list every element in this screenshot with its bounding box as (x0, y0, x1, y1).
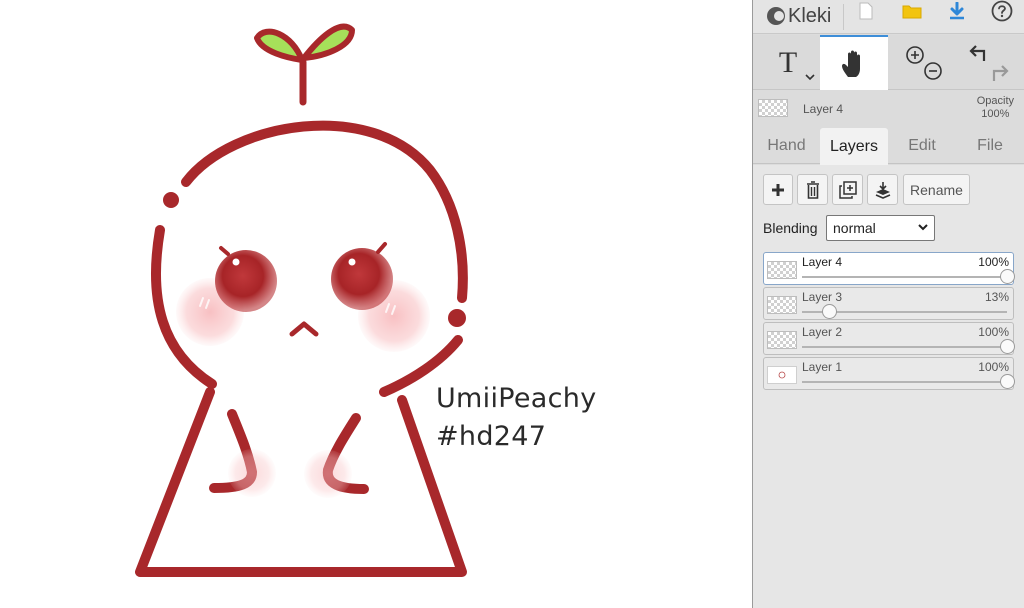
layer-item[interactable]: Layer 1 100% (763, 357, 1015, 390)
layer-opacity-slider[interactable] (802, 269, 1015, 284)
layer-opacity-slider[interactable] (802, 339, 1015, 354)
blending-label: Blending (763, 220, 818, 236)
layer-name: Layer 1 (802, 360, 843, 374)
layer-name: Layer 4 (802, 255, 843, 269)
tab-file[interactable]: File (956, 128, 1024, 164)
text-tool-button[interactable]: T (759, 35, 817, 90)
sprout-icon (254, 23, 355, 106)
top-toolbar: Kleki (753, 0, 1024, 34)
layer-item[interactable]: Layer 4 100% (763, 252, 1015, 285)
chevron-down-icon (918, 224, 928, 231)
left-eye (215, 246, 277, 312)
hand-icon (842, 50, 860, 77)
download-icon[interactable] (940, 0, 974, 22)
add-layer-button[interactable] (763, 174, 793, 205)
character-drawing (135, 23, 468, 577)
layers-panel: Rename Blending normal Layer 4 100% Laye… (753, 165, 1024, 608)
layer-opacity-slider[interactable] (802, 304, 1007, 319)
merge-down-icon (875, 181, 890, 199)
layer-item[interactable]: Layer 2 100% (763, 322, 1015, 355)
body-outline (135, 120, 468, 577)
layer-thumbnail (767, 331, 797, 349)
current-layer-info: Layer 4 Opacity 100% (753, 91, 1024, 127)
merge-layer-button[interactable] (867, 174, 898, 205)
open-folder-icon[interactable] (895, 0, 929, 22)
zoom-controls (893, 35, 953, 90)
layer-thumbnail (767, 296, 797, 314)
kleki-logo[interactable]: Kleki (767, 3, 831, 29)
tool-row: T (753, 35, 1024, 90)
delete-layer-button[interactable] (797, 174, 828, 205)
current-layer-opacity: Opacity 100% (977, 95, 1014, 121)
hand-tool-button[interactable] (820, 35, 888, 90)
opacity-value: 100% (981, 108, 1010, 120)
tab-edit[interactable]: Edit (888, 128, 956, 164)
right-eye (331, 242, 393, 310)
plus-icon (772, 183, 784, 196)
history-controls (958, 35, 1020, 90)
chevron-down-icon[interactable] (805, 73, 815, 81)
rename-layer-button[interactable]: Rename (903, 174, 970, 205)
slider-handle[interactable] (1000, 269, 1015, 284)
undo-icon[interactable] (969, 44, 986, 61)
slider-handle[interactable] (821, 304, 837, 319)
layer-thumbnail (767, 261, 797, 279)
signature-text: UmiiPeachy #hd247 (436, 380, 596, 456)
layer-name: Layer 2 (802, 325, 843, 339)
duplicate-icon (838, 180, 857, 199)
kleki-app: UmiiPeachy #hd247 Kleki T Layer 4 Opacit… (0, 0, 1024, 608)
layer-opacity: 100% (978, 360, 1009, 374)
trash-icon (806, 180, 819, 199)
layer-thumbnail (767, 366, 797, 384)
text-tool-label: T (778, 45, 798, 79)
redo-icon[interactable] (992, 64, 1009, 81)
layer-opacity: 100% (978, 255, 1009, 269)
kleki-logo-icon (767, 7, 785, 25)
current-layer-name: Layer 4 (803, 102, 844, 116)
blending-value: normal (833, 220, 876, 236)
new-file-icon[interactable] (849, 0, 883, 22)
slider-handle[interactable] (1000, 339, 1015, 354)
zoom-in-icon[interactable] (906, 45, 924, 64)
app-name: Kleki (788, 4, 832, 27)
opacity-label: Opacity (976, 95, 1014, 107)
drawing-canvas[interactable]: UmiiPeachy #hd247 (0, 0, 752, 608)
layer-opacity-slider[interactable] (802, 374, 1015, 389)
layer-item[interactable]: Layer 3 13% (763, 287, 1014, 320)
signature-name: UmiiPeachy (436, 383, 597, 414)
duplicate-layer-button[interactable] (832, 174, 863, 205)
zoom-out-icon[interactable] (924, 61, 942, 80)
layer-opacity: 13% (984, 290, 1009, 304)
tool-panel: Kleki T Layer 4 Opacity 100% Hand Layers… (753, 0, 1024, 608)
toolbar-separator (843, 4, 844, 30)
help-icon[interactable] (985, 0, 1019, 22)
tab-hand[interactable]: Hand (753, 128, 820, 164)
layer-opacity: 100% (978, 325, 1009, 339)
signature-tag: #hd247 (436, 421, 547, 452)
current-layer-thumbnail (758, 99, 788, 117)
tab-layers[interactable]: Layers (820, 128, 888, 165)
slider-handle[interactable] (1000, 374, 1015, 389)
layer-name: Layer 3 (802, 290, 843, 304)
blending-select[interactable]: normal (826, 215, 935, 241)
panel-tabs: Hand Layers Edit File (753, 128, 1024, 165)
